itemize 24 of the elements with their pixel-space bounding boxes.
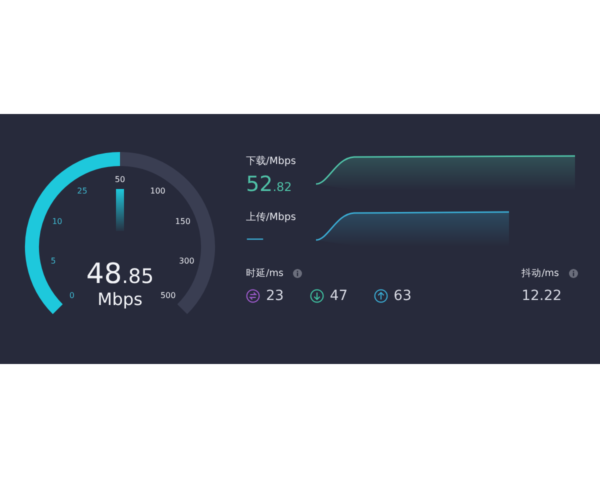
gauge-tick-label: 5 xyxy=(50,256,56,266)
gauge-needle xyxy=(116,189,124,231)
metric-label: 下载/Mbps xyxy=(246,154,297,168)
info-icon[interactable] xyxy=(569,269,578,278)
gauge-tick-label: 150 xyxy=(174,216,190,226)
metric-label: 上传/Mbps xyxy=(246,210,297,224)
gauge-tick-label: 500 xyxy=(160,291,176,300)
speed-unit: Mbps xyxy=(96,290,142,310)
latency-value: 23 xyxy=(266,288,284,304)
jitter-label: 抖动/ms xyxy=(522,267,559,280)
jitter-value: 12.22 xyxy=(522,288,563,304)
metric-value: — xyxy=(246,228,265,249)
speed-value: 48.85 xyxy=(86,257,154,290)
metric-value: 52.82 xyxy=(246,172,293,196)
latency-label: 时延/ms xyxy=(246,267,284,280)
gauge-tick-label: 10 xyxy=(52,216,62,226)
gauge-tick-label: 300 xyxy=(178,256,194,266)
latency-value: 47 xyxy=(330,288,348,304)
latency-value: 63 xyxy=(394,288,412,304)
info-icon[interactable] xyxy=(293,269,302,278)
gauge-tick-label: 100 xyxy=(150,186,165,196)
gauge-tick-label: 50 xyxy=(114,175,125,184)
gauge-tick-label: 0 xyxy=(68,291,74,300)
gauge-tick-label: 25 xyxy=(76,186,87,196)
